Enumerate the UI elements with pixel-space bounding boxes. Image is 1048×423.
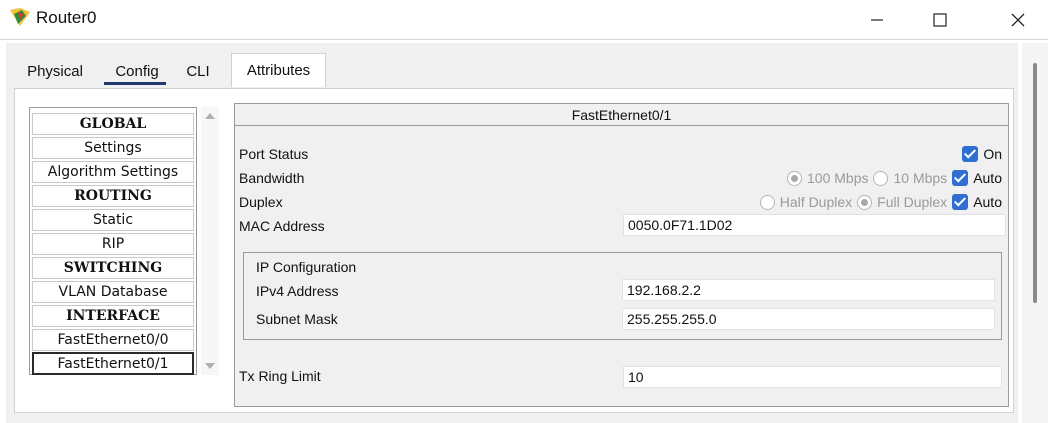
duplex-auto-checkbox[interactable]: [952, 194, 969, 210]
nav-item-fastethernet0-0[interactable]: FastEthernet0/0: [32, 329, 194, 351]
duplex-control: Half Duplex Full Duplex Auto: [759, 194, 1002, 210]
nav-heading-global: GLOBAL: [32, 113, 194, 135]
nav-item-label: Static: [92, 212, 134, 228]
maximize-button[interactable]: [918, 6, 962, 34]
tab-physical-label: Physical: [27, 62, 83, 80]
port-status-on-checkbox[interactable]: [962, 146, 979, 162]
nav-item-fastethernet0-1[interactable]: FastEthernet0/1: [32, 352, 194, 375]
config-content-panel: GLOBAL Settings Algorithm Settings ROUTI…: [14, 88, 1014, 413]
port-status-control: On: [962, 146, 1002, 162]
nav-item-label: VLAN Database: [58, 284, 168, 300]
duplex-label: Duplex: [239, 194, 283, 210]
interface-panel: FastEthernet0/1 Port Status On Bandwidth…: [234, 103, 1009, 407]
nav-heading-label: GLOBAL: [79, 116, 147, 132]
active-tab-indicator: [104, 82, 166, 85]
bandwidth-control: 100 Mbps 10 Mbps Auto: [787, 170, 1002, 186]
nav-item-label: RIP: [101, 236, 125, 252]
ipv4-address-label: IPv4 Address: [256, 283, 339, 299]
nav-item-label: Algorithm Settings: [47, 164, 179, 180]
bandwidth-10-label: 10 Mbps: [893, 170, 948, 186]
tab-cli[interactable]: CLI: [179, 55, 217, 87]
nav-item-label: FastEthernet0/0: [57, 332, 169, 348]
tx-ring-limit-input[interactable]: 10: [623, 366, 1002, 388]
nav-heading-routing: ROUTING: [32, 185, 194, 207]
scroll-up-icon[interactable]: [205, 113, 215, 119]
nav-item-rip[interactable]: RIP: [32, 233, 194, 255]
nav-heading-label: ROUTING: [74, 188, 152, 204]
ip-configuration-heading: IP Configuration: [256, 259, 357, 275]
tab-attributes[interactable]: Attributes: [231, 53, 326, 87]
tab-config-label: Config: [115, 62, 159, 80]
bandwidth-10-radio[interactable]: [873, 170, 889, 186]
bandwidth-100-label: 100 Mbps: [807, 170, 869, 186]
interface-title: FastEthernet0/1: [235, 104, 1008, 126]
nav-item-static[interactable]: Static: [32, 209, 194, 231]
ipv4-address-input[interactable]: 192.168.2.2: [622, 279, 995, 301]
title-bar: Router0: [0, 0, 1048, 40]
nav-item-settings[interactable]: Settings: [32, 137, 194, 159]
tab-cli-label: CLI: [186, 62, 210, 80]
nav-heading-switching: SWITCHING: [32, 257, 194, 279]
nav-heading-label: INTERFACE: [66, 308, 160, 324]
duplex-full-label: Full Duplex: [877, 194, 948, 210]
duplex-full-radio[interactable]: [857, 194, 873, 210]
nav-item-label: Settings: [84, 140, 142, 156]
bandwidth-auto-checkbox[interactable]: [952, 170, 969, 186]
duplex-auto-label: Auto: [973, 194, 1002, 210]
nav-scrollbar[interactable]: [201, 107, 219, 375]
close-icon: [1011, 13, 1025, 27]
duplex-half-radio[interactable]: [759, 194, 775, 210]
nav-heading-label: SWITCHING: [63, 260, 163, 276]
tx-ring-limit-label: Tx Ring Limit: [239, 368, 321, 384]
maximize-icon: [933, 13, 947, 27]
mac-address-field[interactable]: 0050.0F71.1D02: [623, 214, 1006, 236]
bandwidth-100-radio[interactable]: [787, 170, 802, 186]
port-status-on-label: On: [983, 146, 1002, 162]
bandwidth-auto-label: Auto: [973, 170, 1002, 186]
subnet-mask-label: Subnet Mask: [256, 311, 338, 327]
scrollbar-thumb[interactable]: [1033, 63, 1037, 303]
minimize-icon: [871, 19, 883, 21]
tab-physical[interactable]: Physical: [22, 55, 88, 87]
close-button[interactable]: [996, 6, 1040, 34]
nav-item-vlan-database[interactable]: VLAN Database: [32, 281, 194, 303]
tab-attributes-label: Attributes: [246, 62, 311, 79]
mac-address-label: MAC Address: [239, 218, 325, 234]
router-app-icon: [10, 8, 30, 26]
port-status-label: Port Status: [239, 146, 309, 162]
subnet-mask-input[interactable]: 255.255.255.0: [622, 308, 995, 330]
tab-config[interactable]: Config: [102, 55, 172, 87]
nav-item-label: FastEthernet0/1: [57, 355, 169, 372]
minimize-button[interactable]: [855, 6, 899, 34]
window-scrollbar[interactable]: [1022, 43, 1048, 423]
window-body: Physical Config CLI Attributes GLOBAL Se…: [6, 43, 1018, 423]
duplex-half-label: Half Duplex: [779, 194, 853, 210]
bandwidth-label: Bandwidth: [239, 170, 305, 186]
config-nav-list: GLOBAL Settings Algorithm Settings ROUTI…: [29, 107, 197, 375]
nav-heading-interface: INTERFACE: [32, 305, 194, 327]
scroll-down-icon[interactable]: [205, 363, 215, 369]
window-title: Router0: [36, 8, 97, 27]
nav-item-algorithm-settings[interactable]: Algorithm Settings: [32, 161, 194, 183]
ip-configuration-group: IP Configuration IPv4 Address 192.168.2.…: [243, 252, 1002, 340]
